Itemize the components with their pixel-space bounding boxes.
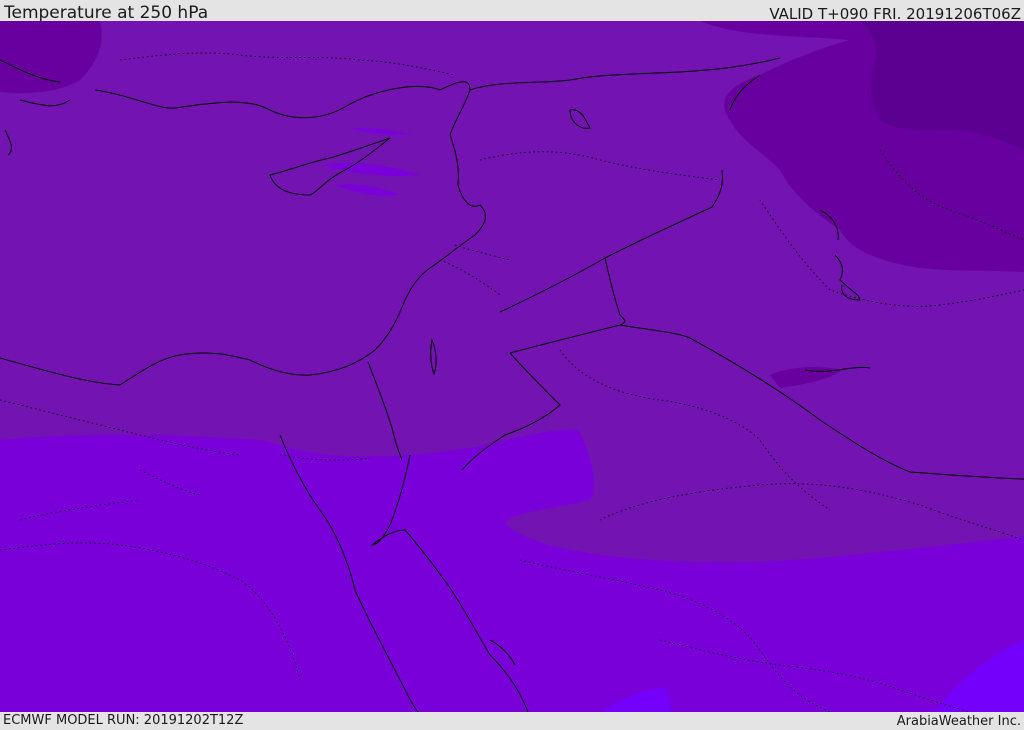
map-title: Temperature at 250 hPa [4,3,209,23]
map-area[interactable] [0,21,1024,712]
header-bar: Temperature at 250 hPa VALID T+090 FRI. … [0,0,1024,23]
temperature-map [0,21,1024,712]
footer-bar: ECMWF MODEL RUN: 20191202T12Z ArabiaWeat… [0,712,1024,729]
model-run: ECMWF MODEL RUN: 20191202T12Z [3,713,244,728]
credit: ArabiaWeather Inc. [896,714,1021,729]
